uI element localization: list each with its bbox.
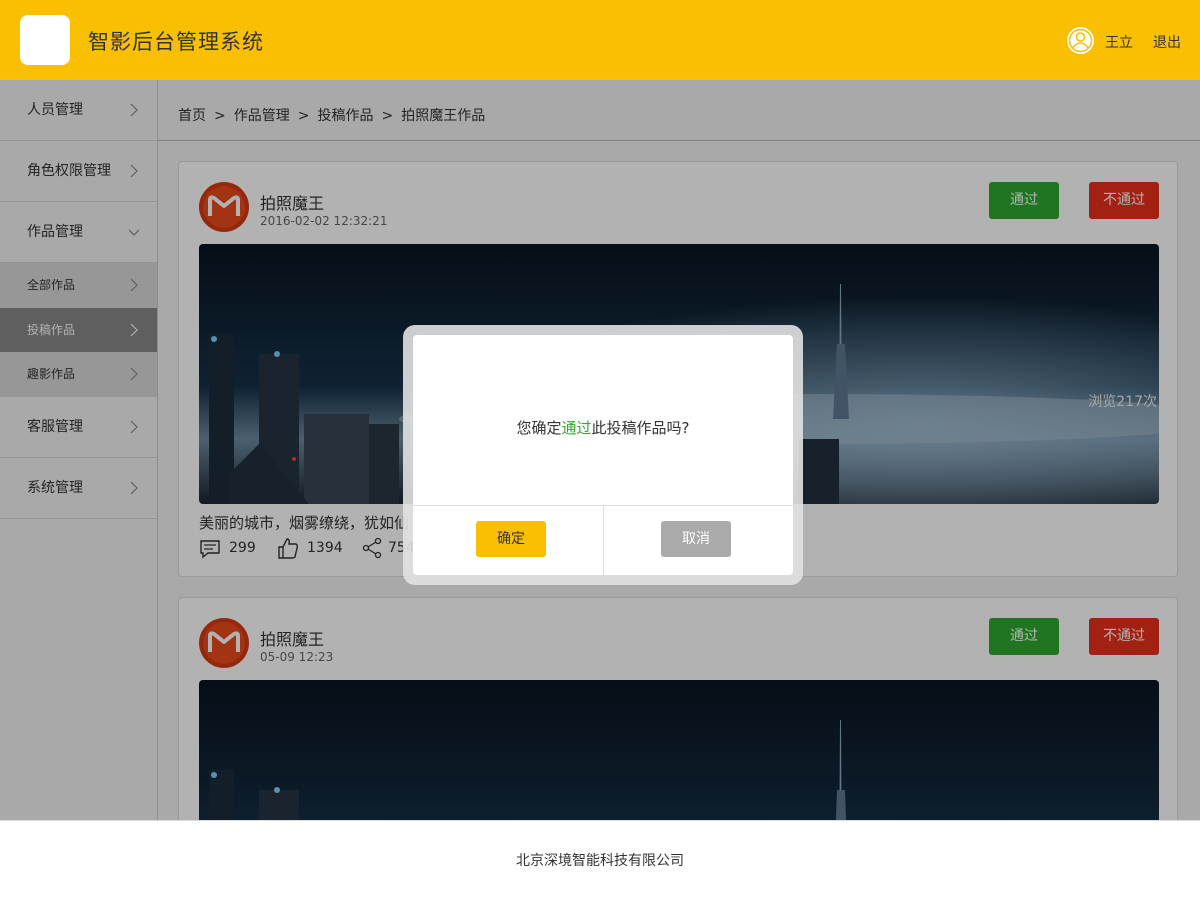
dialog-message-highlight: 通过 xyxy=(561,419,592,437)
footer-company: 北京深境智能科技有限公司 xyxy=(516,853,684,869)
dialog-divider xyxy=(603,505,604,575)
user-name[interactable]: 王立 xyxy=(1105,32,1133,52)
dialog-message: 您确定通过此投稿作品吗? xyxy=(413,417,793,438)
user-avatar-icon[interactable] xyxy=(1066,26,1095,55)
dialog-message-suffix: 此投稿作品吗? xyxy=(591,419,690,437)
app-title: 智影后台管理系统 xyxy=(88,30,264,54)
cancel-button[interactable]: 取消 xyxy=(661,521,731,557)
confirm-button[interactable]: 确定 xyxy=(476,521,546,557)
confirm-dialog: 您确定通过此投稿作品吗? 确定 取消 xyxy=(413,335,793,575)
dialog-message-prefix: 您确定 xyxy=(516,419,562,437)
footer: 北京深境智能科技有限公司 xyxy=(0,820,1200,900)
logout-link[interactable]: 退出 xyxy=(1153,32,1181,52)
confirm-dialog-frame: 您确定通过此投稿作品吗? 确定 取消 xyxy=(403,325,803,585)
top-header: 智影后台管理系统 王立 退出 xyxy=(0,0,1200,80)
app-logo xyxy=(20,15,70,65)
